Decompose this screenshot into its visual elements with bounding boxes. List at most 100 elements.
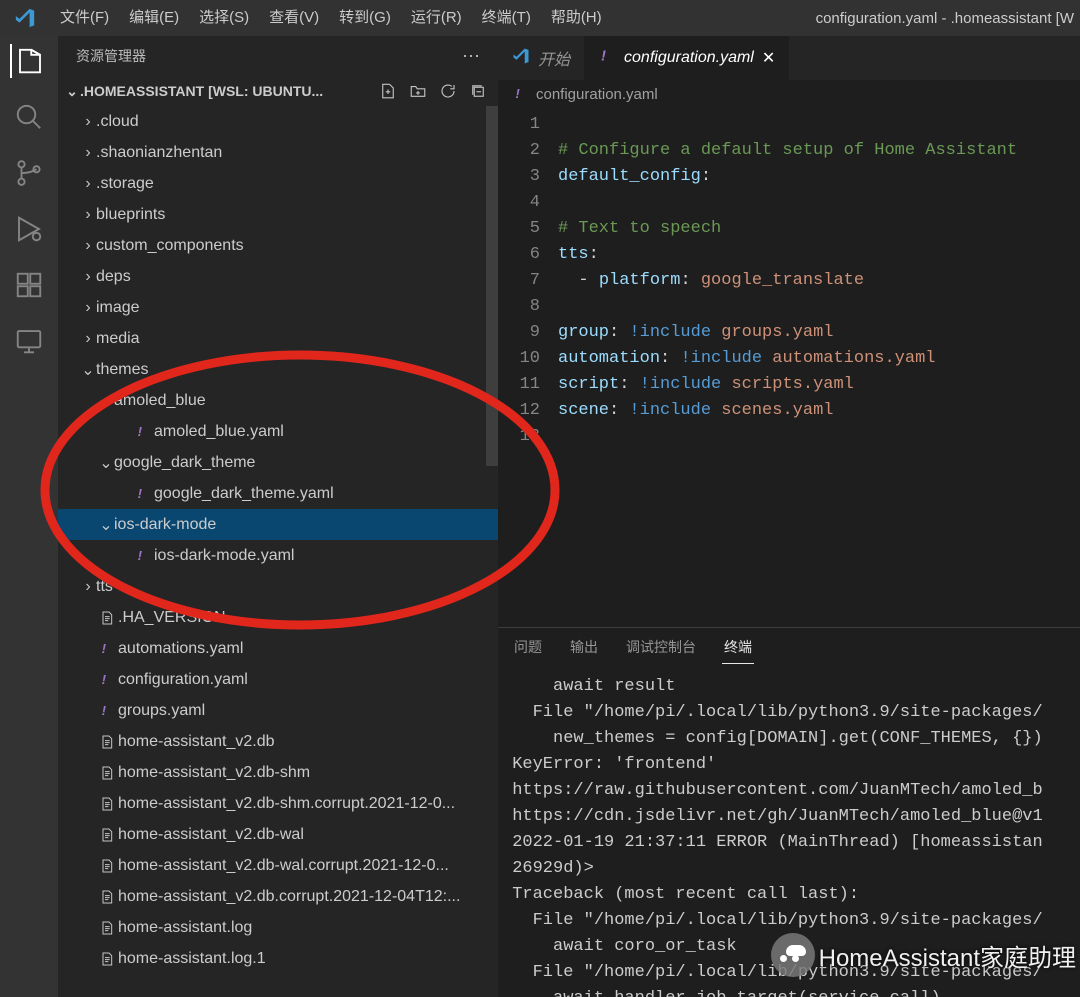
text-file-icon [96, 796, 118, 812]
sidebar-title: 资源管理器 [76, 46, 146, 66]
yaml-file-icon: ! [132, 486, 154, 502]
code-editor[interactable]: 12345678910111213 # Configure a default … [498, 108, 1080, 627]
title-bar: 文件(F)编辑(E)选择(S)查看(V)转到(G)运行(R)终端(T)帮助(H)… [0, 0, 1080, 36]
menu-item[interactable]: 帮助(H) [541, 0, 612, 36]
tree-file[interactable]: home-assistant.log [58, 912, 498, 943]
tree-item-label: blueprints [96, 206, 165, 224]
tree-file[interactable]: !automations.yaml [58, 633, 498, 664]
scrollbar-thumb[interactable] [486, 106, 498, 466]
tree-folder[interactable]: ›.cloud [58, 106, 498, 137]
editor-tab[interactable]: !configuration.yaml✕ [584, 36, 789, 80]
collapse-all-icon[interactable] [468, 81, 488, 101]
new-folder-icon[interactable] [408, 81, 428, 101]
chevron-right-icon: › [80, 330, 96, 348]
tree-item-label: .HA_VERSION [118, 609, 226, 627]
tree-file[interactable]: home-assistant_v2.db-shm.corrupt.2021-12… [58, 788, 498, 819]
extensions-icon[interactable] [12, 268, 46, 302]
watermark-text: HomeAssistant家庭助理 [819, 938, 1076, 973]
tree-file[interactable]: home-assistant_v2.db-wal.corrupt.2021-12… [58, 850, 498, 881]
tree-folder[interactable]: ›tts [58, 571, 498, 602]
activity-bar [0, 36, 58, 997]
tree-item-label: home-assistant_v2.db-wal [118, 826, 304, 844]
svg-text:!: ! [138, 548, 143, 563]
panel-tab[interactable]: 调试控制台 [624, 631, 698, 663]
chevron-down-icon: ⌄ [64, 83, 80, 100]
tree-file[interactable]: !configuration.yaml [58, 664, 498, 695]
tree-item-label: deps [96, 268, 131, 286]
tree-item-label: media [96, 330, 140, 348]
menu-item[interactable]: 转到(G) [329, 0, 401, 36]
tree-folder[interactable]: ›.storage [58, 168, 498, 199]
new-file-icon[interactable] [378, 81, 398, 101]
tree-item-label: home-assistant_v2.db [118, 733, 275, 751]
tree-folder[interactable]: ›deps [58, 261, 498, 292]
panel-tab[interactable]: 输出 [568, 631, 600, 663]
search-icon[interactable] [12, 100, 46, 134]
editor-tab[interactable]: 开始 [498, 36, 584, 80]
file-tree: ›.cloud›.shaonianzhentan›.storage›bluepr… [58, 106, 498, 997]
tree-item-label: home-assistant.log [118, 919, 252, 937]
tree-file[interactable]: !amoled_blue.yaml [58, 416, 498, 447]
watermark-icon [771, 933, 815, 977]
panel-tabs: 问题输出调试控制台终端 [498, 628, 1080, 666]
menu-item[interactable]: 编辑(E) [119, 0, 189, 36]
tab-label: 开始 [538, 46, 570, 70]
tree-file[interactable]: home-assistant_v2.db [58, 726, 498, 757]
sidebar-more-icon[interactable]: ⋯ [462, 46, 480, 67]
workspace-name: .HOMEASSISTANT [WSL: UBUNTU... [80, 83, 378, 99]
tree-file[interactable]: !google_dark_theme.yaml [58, 478, 498, 509]
tree-item-label: ios-dark-mode.yaml [154, 547, 294, 565]
tree-file[interactable]: ! groups.yaml [58, 695, 498, 726]
text-file-icon [96, 827, 118, 843]
tree-item-label: groups.yaml [118, 702, 205, 720]
source-control-icon[interactable] [12, 156, 46, 190]
tree-folder[interactable]: ⌄ios-dark-mode [58, 509, 498, 540]
menu-item[interactable]: 查看(V) [259, 0, 329, 36]
remote-explorer-icon[interactable] [12, 324, 46, 358]
tree-file[interactable]: home-assistant_v2.db-shm [58, 757, 498, 788]
tree-file[interactable]: home-assistant_v2.db.corrupt.2021-12-04T… [58, 881, 498, 912]
menu-item[interactable]: 运行(R) [401, 0, 472, 36]
text-file-icon [96, 920, 118, 936]
chevron-right-icon: › [80, 175, 96, 193]
run-debug-icon[interactable] [12, 212, 46, 246]
tree-folder[interactable]: ›image [58, 292, 498, 323]
tree-item-label: automations.yaml [118, 640, 243, 658]
chevron-right-icon: › [80, 299, 96, 317]
svg-text:!: ! [138, 424, 143, 439]
tree-folder[interactable]: ⌄amoled_blue [58, 385, 498, 416]
tree-item-label: .shaonianzhentan [96, 144, 222, 162]
yaml-file-icon: ! [132, 548, 154, 564]
text-file-icon [96, 889, 118, 905]
vscode-logo-icon [0, 7, 50, 29]
menu-item[interactable]: 终端(T) [472, 0, 541, 36]
tree-folder[interactable]: ›blueprints [58, 199, 498, 230]
tree-folder[interactable]: ›custom_components [58, 230, 498, 261]
tree-folder[interactable]: ⌄google_dark_theme [58, 447, 498, 478]
yaml-file-icon: ! [132, 424, 154, 440]
tree-file[interactable]: ! ios-dark-mode.yaml [58, 540, 498, 571]
explorer-section-header[interactable]: ⌄ .HOMEASSISTANT [WSL: UBUNTU... [58, 76, 498, 106]
chevron-right-icon: › [80, 113, 96, 131]
tree-item-label: home-assistant_v2.db-shm [118, 764, 310, 782]
close-icon[interactable]: ✕ [762, 48, 775, 68]
tree-folder[interactable]: ›media [58, 323, 498, 354]
menu-item[interactable]: 选择(S) [189, 0, 259, 36]
tree-file[interactable]: home-assistant_v2.db-wal [58, 819, 498, 850]
tree-file[interactable]: .HA_VERSION [58, 602, 498, 633]
tree-folder[interactable]: ⌄themes [58, 354, 498, 385]
svg-text:!: ! [601, 47, 606, 64]
panel-tab[interactable]: 终端 [722, 631, 754, 664]
chevron-right-icon: › [80, 144, 96, 162]
refresh-icon[interactable] [438, 81, 458, 101]
breadcrumbs[interactable]: ! configuration.yaml [498, 80, 1080, 108]
svg-text:!: ! [102, 703, 107, 718]
tree-item-label: themes [96, 361, 148, 379]
menu-item[interactable]: 文件(F) [50, 0, 119, 36]
tab-icon: ! [598, 47, 616, 70]
panel-tab[interactable]: 问题 [512, 631, 544, 663]
explorer-icon[interactable] [10, 44, 46, 78]
tree-file[interactable]: home-assistant.log.1 [58, 943, 498, 974]
chevron-down-icon: ⌄ [98, 453, 114, 473]
tree-folder[interactable]: ›.shaonianzhentan [58, 137, 498, 168]
